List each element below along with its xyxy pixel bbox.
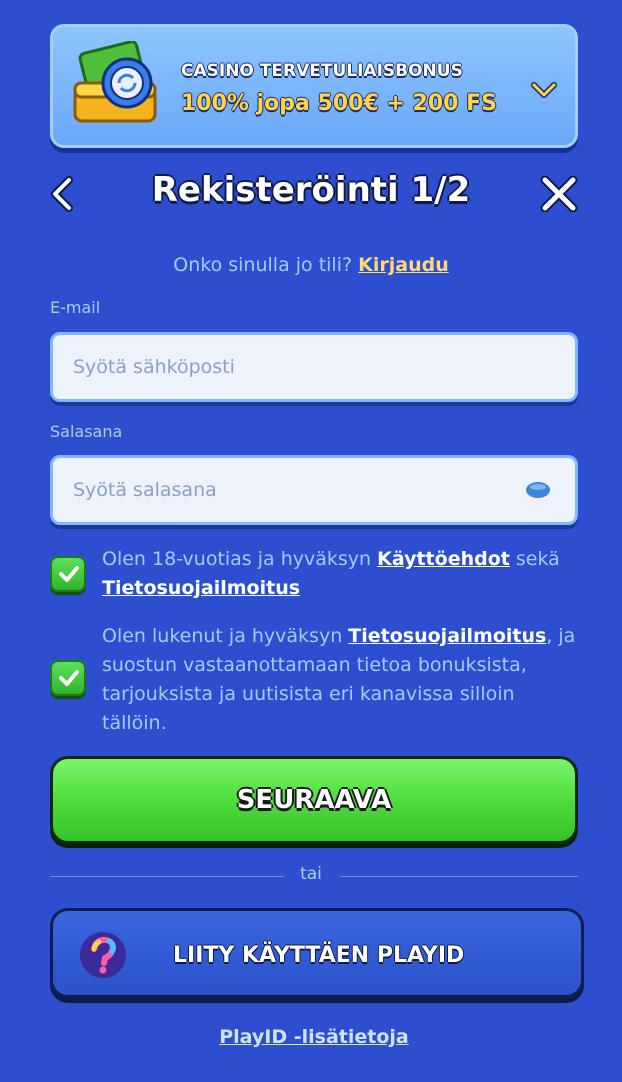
eye-icon[interactable] <box>525 480 551 500</box>
consent-terms-pre: Olen 18-vuotias ja hyväksyn <box>102 548 372 570</box>
email-field[interactable] <box>73 335 513 399</box>
password-field-box <box>50 455 578 525</box>
next-button[interactable]: SEURAAVA <box>50 756 578 844</box>
checkmark-icon <box>59 566 79 582</box>
email-label: E-mail <box>50 298 101 317</box>
consent-terms-text: Olen 18-vuotias ja hyväksyn Käyttöehdot … <box>102 545 582 603</box>
consent-marketing-pre: Olen lukenut ja hyväksyn <box>102 625 343 647</box>
divider-right <box>340 876 578 877</box>
welcome-bonus-banner[interactable]: CASINO TERVETULIAISBONUS 100% jopa 500€ … <box>50 24 578 148</box>
or-text: tai <box>300 864 322 884</box>
page-title: Rekisteröinti 1/2 <box>151 170 471 210</box>
chevron-down-icon[interactable] <box>531 81 557 99</box>
consent-terms-checkbox[interactable] <box>50 556 86 592</box>
playid-join-button[interactable]: LIITY KÄYTTÄEN PLAYID <box>50 908 584 998</box>
bonus-title: CASINO TERVETULIAISBONUS <box>181 61 463 81</box>
consent-terms-mid: sekä <box>515 548 560 570</box>
playid-logo-icon <box>80 932 126 978</box>
privacy-link-2[interactable]: Tietosuojailmoitus <box>348 625 546 647</box>
gift-coin-icon <box>73 41 157 123</box>
login-prompt-text: Onko sinulla jo tili? <box>173 254 353 276</box>
login-link[interactable]: Kirjaudu <box>358 254 449 276</box>
privacy-link[interactable]: Tietosuojailmoitus <box>102 577 300 599</box>
bonus-offer: 100% jopa 500€ + 200 FS <box>181 91 497 116</box>
password-field[interactable] <box>73 458 513 522</box>
playid-info-link[interactable]: PlayID -lisätietoja <box>0 1026 622 1048</box>
consent-marketing-text: Olen lukenut ja hyväksyn Tietosuojailmoi… <box>102 622 582 738</box>
email-field-box <box>50 332 578 402</box>
password-label: Salasana <box>50 422 123 441</box>
consent-marketing-checkbox[interactable] <box>50 660 86 696</box>
close-icon[interactable] <box>540 176 578 212</box>
checkmark-icon <box>59 670 79 686</box>
terms-link[interactable]: Käyttöehdot <box>377 548 510 570</box>
login-prompt: Onko sinulla jo tili? Kirjaudu <box>0 254 622 276</box>
playid-button-label: LIITY KÄYTTÄEN PLAYID <box>173 943 465 968</box>
